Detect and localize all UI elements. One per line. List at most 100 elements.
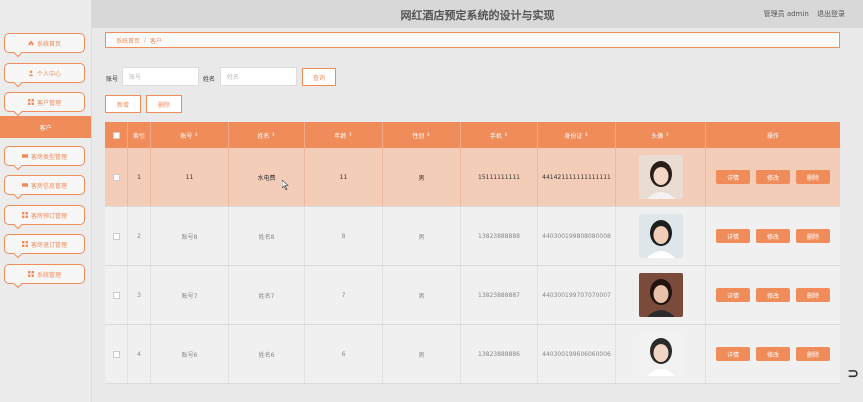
- cell-age: 8: [305, 207, 383, 265]
- checkbox[interactable]: [112, 350, 120, 358]
- sort-icon: ⇕: [426, 132, 431, 138]
- cell-gender: 男: [383, 325, 461, 383]
- username: 管理员 admin: [763, 10, 809, 18]
- row-delete-button[interactable]: 删除: [796, 288, 830, 302]
- cell-idcard: 440300199808080008: [538, 207, 616, 265]
- name-input[interactable]: 姓名: [220, 67, 297, 86]
- breadcrumb-separator: /: [144, 36, 147, 44]
- sidebar-item-label: 客房类型管理: [30, 153, 67, 161]
- account-input[interactable]: 账号: [122, 67, 199, 86]
- query-button[interactable]: 查询: [302, 68, 336, 86]
- sidebar-subitem-customer[interactable]: 客户: [0, 116, 91, 138]
- cell-gender: 男: [383, 148, 461, 206]
- checkbox[interactable]: [112, 131, 120, 139]
- cell-avatar: [616, 266, 706, 324]
- customer-table: 索引 账号 ⇕ 姓名 ⇕ 年龄 ⇕ 性别 ⇕ 手机 ⇕ 身份证 ⇕ 头像 ⇕ 操作 1 11 水电…: [105, 122, 840, 384]
- cell-name: 姓名7: [229, 266, 305, 324]
- delete-button[interactable]: 删除: [146, 95, 182, 113]
- grid-icon: [21, 241, 28, 247]
- sidebar-item-label: 客户管理: [36, 99, 61, 107]
- cell-actions: 详情 修改 删除: [706, 266, 840, 324]
- table-row[interactable]: 4 账号6 姓名6 6 男 13823888886 440300199606060006 详情…: [105, 325, 840, 384]
- detail-button[interactable]: 详情: [716, 288, 750, 302]
- user-icon: [28, 70, 34, 76]
- page-title: 网红酒店预定系统的设计与实现: [400, 9, 555, 22]
- row-delete-button[interactable]: 删除: [796, 347, 830, 361]
- cell-account: 账号6: [151, 325, 229, 383]
- bed-icon: [21, 183, 28, 187]
- header: 网红酒店预定系统的设计与实现 管理员 admin 退出登录: [92, 0, 863, 28]
- cell-idcard: 441421111111111111: [538, 148, 616, 206]
- name-label: 姓名: [203, 76, 216, 83]
- breadcrumb: 系统首页 / 客户: [105, 32, 840, 48]
- edit-button[interactable]: 修改: [756, 288, 790, 302]
- edit-button[interactable]: 修改: [756, 170, 790, 184]
- sidebar-item-customers[interactable]: 客户管理: [4, 92, 85, 117]
- header-gender[interactable]: 性别 ⇕: [383, 122, 461, 148]
- cell-phone: 13823888888: [461, 207, 538, 265]
- sidebar-item-home[interactable]: 系统首页: [4, 33, 85, 58]
- breadcrumb-home[interactable]: 系统首页: [116, 36, 140, 45]
- header-idcard[interactable]: 身份证 ⇕: [538, 122, 616, 148]
- edit-button[interactable]: 修改: [756, 229, 790, 243]
- sidebar-item-system[interactable]: 系统管理: [4, 264, 85, 289]
- row-select[interactable]: [105, 148, 128, 206]
- cell-index: 2: [128, 207, 151, 265]
- table-row[interactable]: 1 11 水电费 11 男 15111111111 441421111111111111 详情…: [105, 148, 840, 207]
- sidebar-item-label: 客房退订管理: [30, 241, 67, 249]
- header-avatar[interactable]: 头像 ⇕: [616, 122, 706, 148]
- sidebar-item-profile[interactable]: 个人中心: [4, 63, 85, 88]
- cell-account: 账号7: [151, 266, 229, 324]
- cell-age: 11: [305, 148, 383, 206]
- cell-gender: 男: [383, 266, 461, 324]
- watermark-logo: ⊃: [847, 366, 859, 382]
- header-age[interactable]: 年龄 ⇕: [305, 122, 383, 148]
- detail-button[interactable]: 详情: [716, 170, 750, 184]
- account-label: 账号: [106, 76, 119, 83]
- logout-link[interactable]: 退出登录: [817, 10, 845, 18]
- header-account[interactable]: 账号 ⇕: [151, 122, 229, 148]
- cell-index: 3: [128, 266, 151, 324]
- cell-account: 账号8: [151, 207, 229, 265]
- header-name[interactable]: 姓名 ⇕: [229, 122, 305, 148]
- cell-avatar: [616, 207, 706, 265]
- cell-name: 姓名8: [229, 207, 305, 265]
- sort-icon: ⇕: [194, 132, 199, 138]
- sidebar-item-cancellations[interactable]: 客房退订管理: [4, 234, 85, 259]
- cell-idcard: 440300199707070007: [538, 266, 616, 324]
- table-row[interactable]: 2 账号8 姓名8 8 男 13823888888 440300199808080008 详情…: [105, 207, 840, 266]
- table-row[interactable]: 3 账号7 姓名7 7 男 13823888887 440300199707070007 详情…: [105, 266, 840, 325]
- sidebar-item-bookings[interactable]: 客房预订管理: [4, 205, 85, 230]
- header-phone[interactable]: 手机 ⇕: [461, 122, 538, 148]
- detail-button[interactable]: 详情: [716, 347, 750, 361]
- checkbox[interactable]: [112, 173, 120, 181]
- table-body: 1 11 水电费 11 男 15111111111 441421111111111111 详情…: [105, 148, 840, 384]
- cell-index: 4: [128, 325, 151, 383]
- avatar: [638, 214, 683, 258]
- sort-icon: ⇕: [271, 132, 276, 138]
- avatar: [638, 273, 683, 317]
- sidebar-item-room-info[interactable]: 客房信息管理: [4, 175, 85, 200]
- checkbox[interactable]: [112, 232, 120, 240]
- add-button[interactable]: 新增: [105, 95, 141, 113]
- detail-button[interactable]: 详情: [716, 229, 750, 243]
- sidebar-item-label: 客房预订管理: [30, 212, 67, 220]
- row-delete-button[interactable]: 删除: [796, 229, 830, 243]
- sidebar-item-label: 系统首页: [36, 40, 61, 48]
- row-select[interactable]: [105, 207, 128, 265]
- sidebar-subitem-label: 客户: [39, 124, 52, 132]
- sidebar-item-room-types[interactable]: 客房类型管理: [4, 146, 85, 171]
- header-select-all[interactable]: [105, 122, 128, 148]
- cell-idcard: 440300199606060006: [538, 325, 616, 383]
- row-select[interactable]: [105, 266, 128, 324]
- edit-button[interactable]: 修改: [756, 347, 790, 361]
- row-select[interactable]: [105, 325, 128, 383]
- sidebar: 系统首页 个人中心 客户管理 客户 客房类型管理 客房信息管理 客房预订管理 客…: [0, 0, 92, 402]
- row-delete-button[interactable]: 删除: [796, 170, 830, 184]
- cell-phone: 13823888887: [461, 266, 538, 324]
- checkbox[interactable]: [112, 291, 120, 299]
- mouse-cursor-icon: [282, 180, 289, 190]
- header-actions: 操作: [766, 132, 779, 140]
- avatar: [638, 332, 683, 376]
- header-index: 索引: [128, 122, 151, 148]
